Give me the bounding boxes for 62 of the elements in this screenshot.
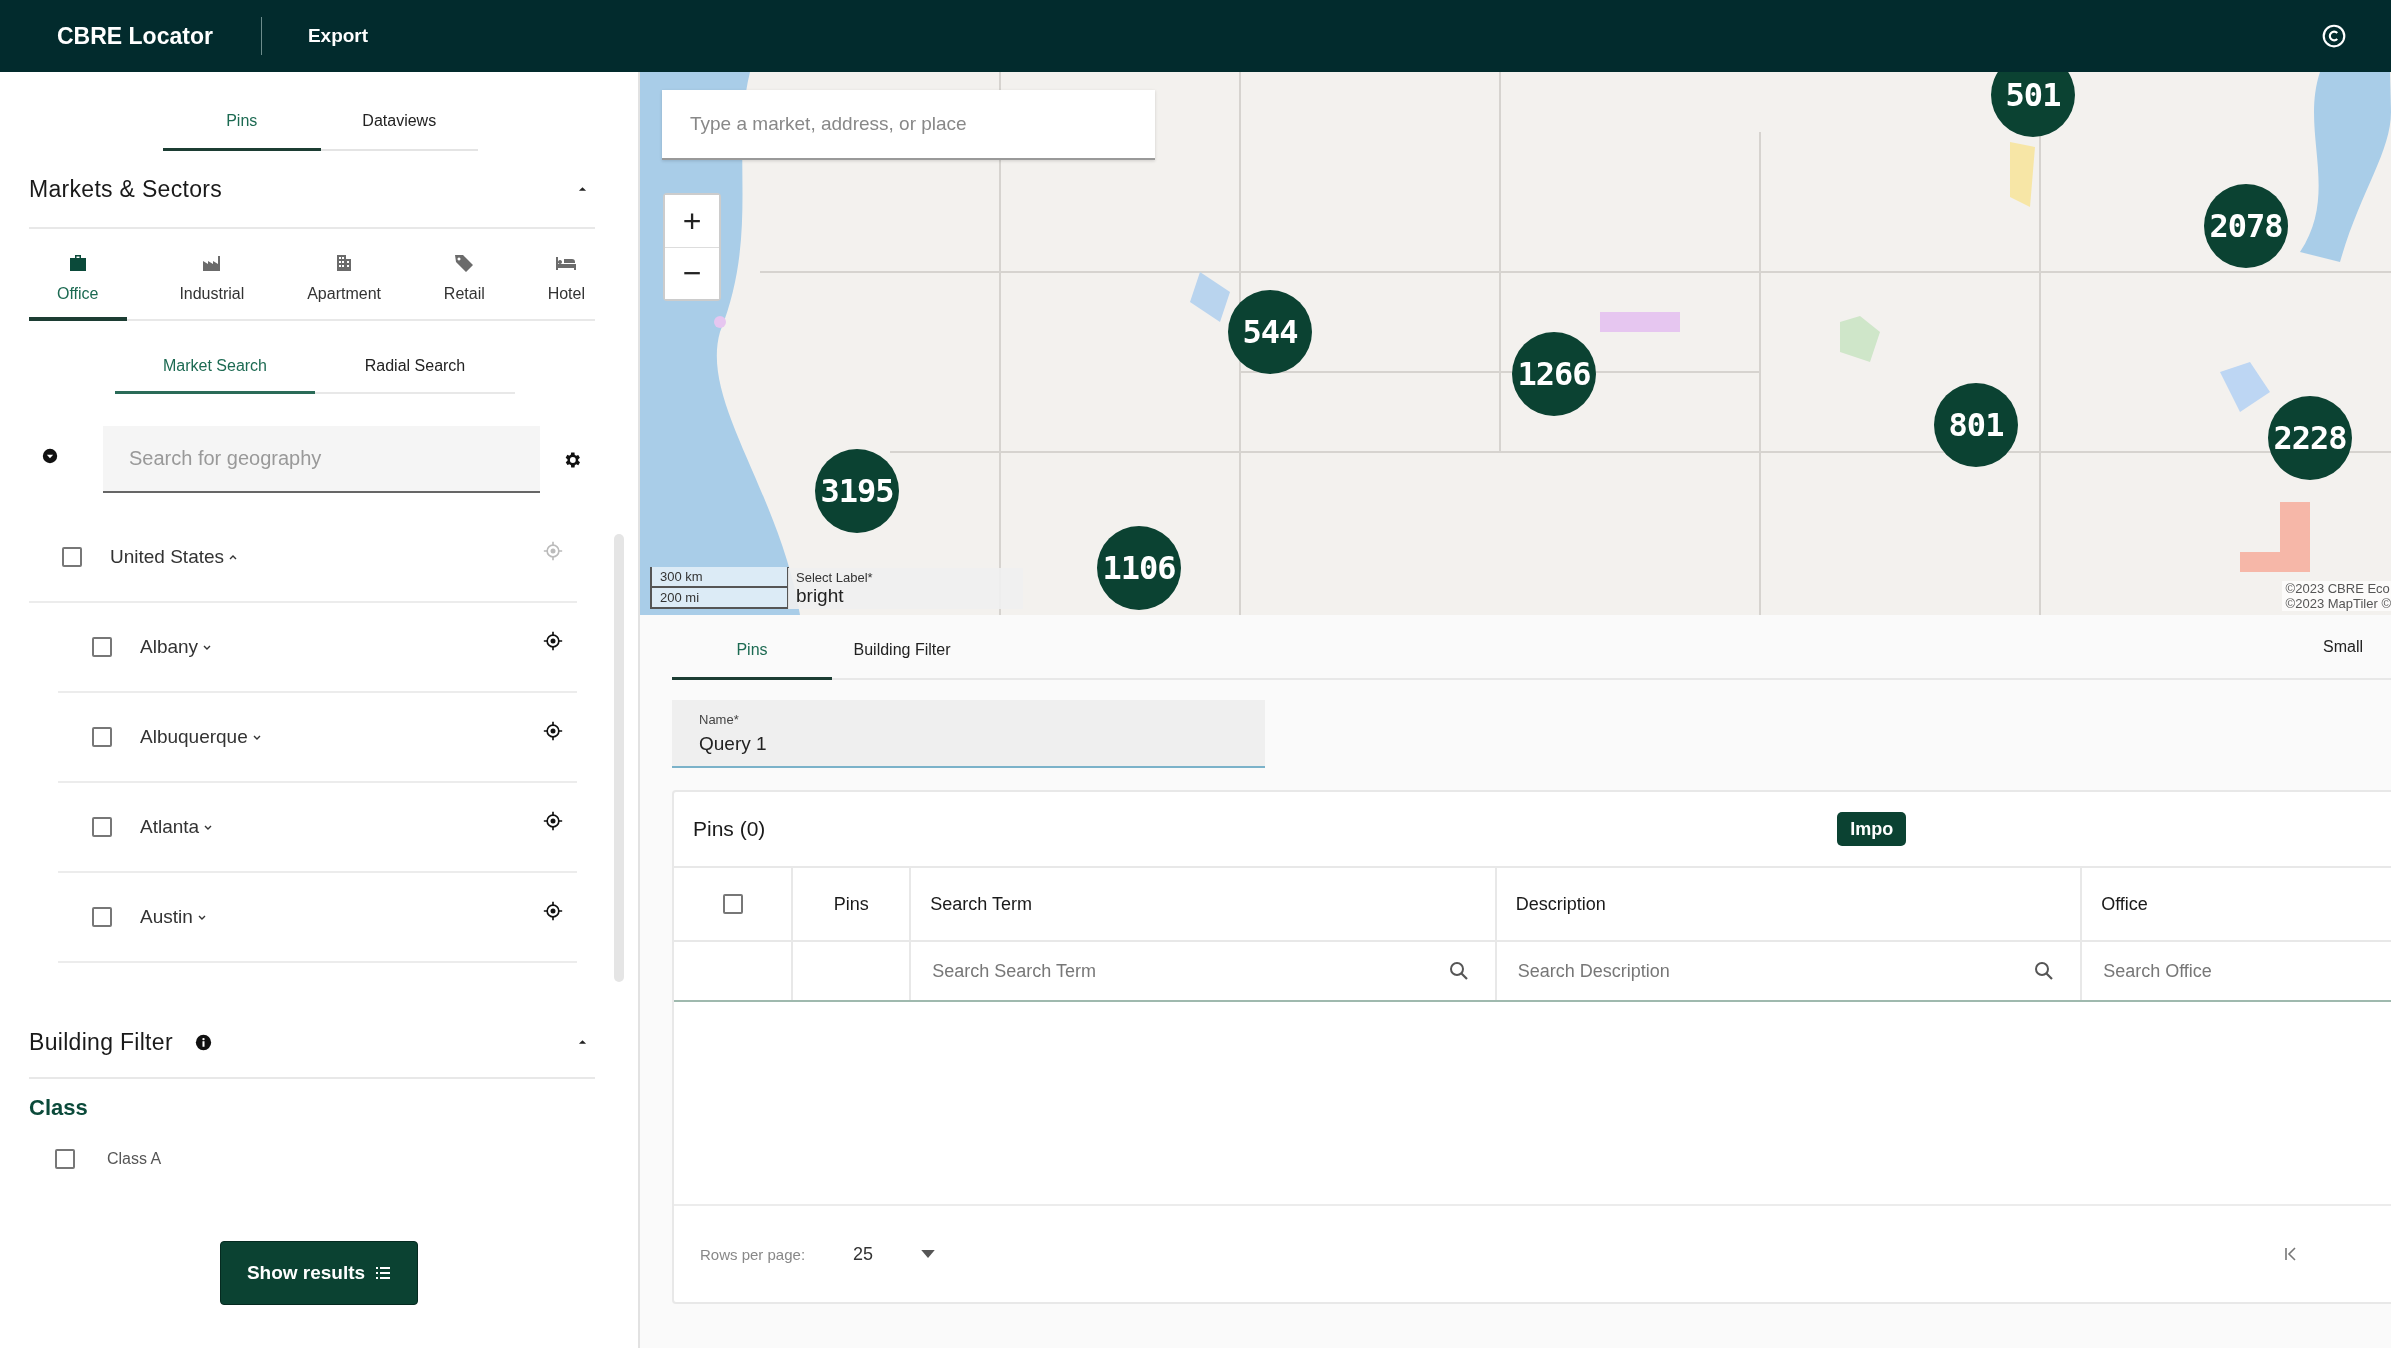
checkbox[interactable]	[92, 907, 112, 927]
column-header[interactable]: Pins	[833, 893, 869, 915]
copyright-icon[interactable]	[2321, 23, 2347, 49]
checkbox[interactable]	[92, 727, 112, 747]
column-header[interactable]: Description	[1515, 893, 1606, 915]
app-title: CBRE Locator	[57, 22, 213, 50]
sector-tab[interactable]: Industrial	[169, 239, 255, 321]
locate-icon[interactable]	[543, 721, 563, 741]
sector-tab[interactable]: Hotel	[537, 239, 595, 321]
sector-tab[interactable]: Office	[29, 239, 127, 321]
zoom-out-button[interactable]: −	[665, 247, 719, 299]
size-toggle[interactable]: Small	[2283, 637, 2391, 656]
locate-icon[interactable]	[543, 631, 563, 651]
column-search-field[interactable]: Search Description	[1515, 959, 2033, 983]
checkbox[interactable]	[62, 547, 82, 567]
card-title: Pins (0)	[693, 817, 766, 841]
section-title: Building Filter	[29, 1028, 173, 1056]
tree-item-label[interactable]: United States	[110, 546, 225, 568]
info-icon[interactable]	[194, 1033, 212, 1051]
option-label[interactable]: Class A	[107, 1150, 162, 1168]
column-search-field[interactable]: Search Office	[2101, 959, 2391, 983]
map[interactable]: Type a market, address, or place + − 300 km 200 mi Select Label* bright ©2023 CBRE Eco ©2023 MapTiler © 501 2078 544 1266 801 2228 3195 1106	[640, 72, 2391, 615]
filter-group-title: Class	[29, 1095, 89, 1121]
dropdown-icon[interactable]	[921, 1249, 936, 1259]
attribution-text: ©2023 CBRE Eco	[2285, 581, 2391, 596]
sector-tab[interactable]: Apartment	[297, 239, 391, 321]
map-search-field[interactable]: Type a market, address, or place	[662, 90, 1155, 160]
tree-item-label[interactable]: Austin	[140, 906, 193, 928]
import-button[interactable]: Impo	[1837, 812, 1907, 846]
collapse-icon[interactable]	[578, 1039, 587, 1045]
tree-item-label[interactable]: Atlanta	[140, 816, 200, 838]
checkbox[interactable]	[92, 637, 112, 657]
query-tab[interactable]: Pins	[672, 615, 832, 680]
search-mode-tab[interactable]: Radial Search	[315, 347, 515, 394]
scrollbar[interactable]	[614, 534, 624, 982]
section-title: Markets & Sectors	[29, 175, 222, 203]
sector-tab[interactable]: Retail	[433, 239, 495, 321]
query-tab[interactable]: Building Filter	[832, 615, 972, 680]
column-header[interactable]: Office	[2101, 893, 2148, 915]
checkbox[interactable]	[92, 817, 112, 837]
attribution-text: ©2023 MapTiler ©	[2285, 596, 2391, 611]
panel-tab[interactable]: Dataviews	[320, 98, 478, 151]
geography-search-field[interactable]: Search for geography	[103, 426, 540, 493]
rows-per-page-select[interactable]: 25	[853, 1243, 874, 1265]
search-mode-tab[interactable]: Market Search	[115, 347, 315, 394]
column-header[interactable]: Search Term	[930, 893, 1033, 915]
export-link[interactable]: Export	[307, 25, 369, 47]
show-results-button[interactable]: Show results	[220, 1241, 418, 1305]
rows-per-page-label: Rows per page:	[700, 1245, 806, 1263]
scale-bar: 300 km 200 mi	[650, 567, 789, 609]
locate-icon[interactable]	[543, 901, 563, 921]
list-icon	[375, 1266, 392, 1280]
tree-item-label[interactable]: Albuquerque	[140, 726, 248, 748]
collapse-icon[interactable]	[578, 186, 587, 192]
column-search-field[interactable]: Search Search Term	[930, 959, 1447, 983]
name-field[interactable]: Name* Query 1	[672, 700, 1265, 768]
dropdown-icon[interactable]	[41, 446, 59, 465]
checkbox[interactable]	[55, 1149, 75, 1169]
select-all-checkbox[interactable]	[722, 894, 743, 914]
locate-icon[interactable]	[543, 811, 563, 831]
tree-item-label[interactable]: Albany	[140, 636, 199, 658]
panel-tab[interactable]: Pins	[163, 98, 321, 151]
